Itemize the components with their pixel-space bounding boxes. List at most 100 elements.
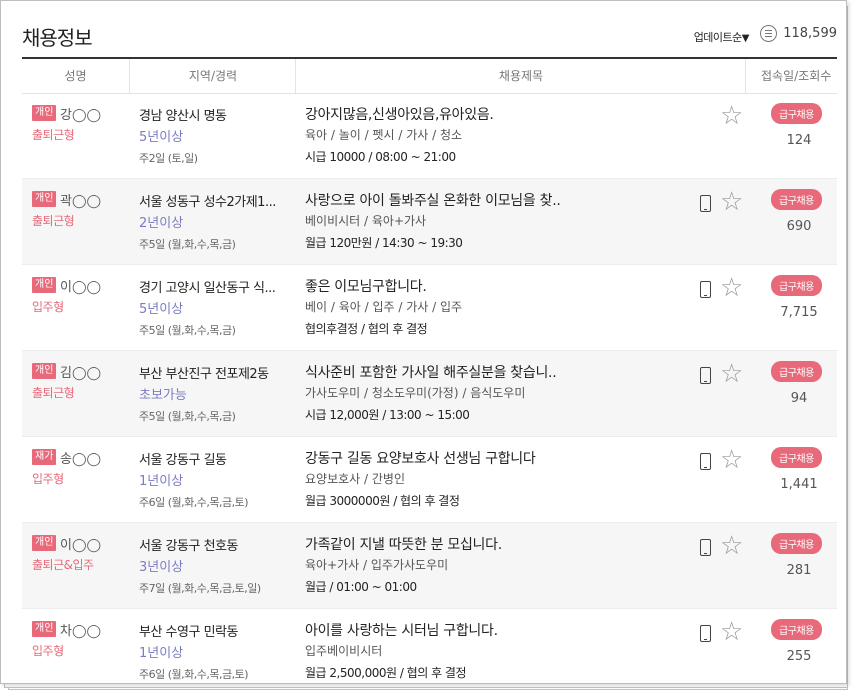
- job-location: 서울 강동구 천호동: [139, 539, 238, 554]
- sort-label: 업데이트순: [693, 31, 743, 44]
- work-type: 입주형: [32, 472, 64, 486]
- column-header-location: 지역/경력: [129, 59, 296, 93]
- work-days: 주5일 (월,화,수,목,금): [139, 410, 236, 423]
- job-title-link[interactable]: 가족같이 지낼 따뜻한 분 모십니다.: [305, 534, 502, 554]
- phone-icon: [700, 195, 711, 212]
- applicant-name: 곽◯◯: [60, 194, 102, 209]
- column-header-title: 채용제목: [295, 59, 746, 93]
- phone-icon: [700, 281, 711, 298]
- work-type: 입주형: [32, 644, 64, 658]
- job-location: 부산 부산진구 전포제2동: [139, 367, 269, 382]
- phone-icon: [700, 453, 711, 470]
- table-row[interactable]: 재가 송◯◯ 입주형 서울 강동구 길동 1년이상주6일 (월,화,수,목,금,토) 강동…: [22, 437, 837, 523]
- table-row[interactable]: 개인 이◯◯ 출퇴근&입주 서울 강동구 천호동 3년이상주7일 (월,화,수,목,금,…: [22, 523, 837, 609]
- star-icon[interactable]: ☆: [720, 447, 743, 473]
- job-title-link[interactable]: 식사준비 포함한 가사일 해주실분을 찾습니..: [305, 362, 557, 382]
- list-icon: [760, 25, 778, 42]
- job-pay: 월급 3000000원 / 협의 후 결정: [305, 494, 460, 508]
- work-days: 주6일 (월,화,수,목,금,토): [139, 668, 249, 681]
- view-count: 94: [790, 391, 808, 406]
- table-row[interactable]: 개인 강◯◯ 출퇴근형 경남 양산시 명동 5년이상 주2일 (토,일) 강아지많음,신생아…: [22, 93, 837, 179]
- experience: 초보가능: [139, 388, 187, 403]
- applicant-name: 차◯◯: [60, 624, 102, 639]
- table-row[interactable]: 개인 차◯◯ 입주형 부산 수영구 민락동 1년이상 주6일 (월,화,수,목,금,토) 아…: [22, 609, 837, 683]
- applicant-name: 이◯◯: [60, 538, 102, 553]
- job-title-link[interactable]: 강아지많음,신생아있음,유아있음.: [305, 104, 494, 124]
- table-row[interactable]: 개인 김◯◯ 출퇴근형 부산 부산진구 전포제2동 초보가능 주5일 (월,화,수,목,금…: [22, 351, 837, 437]
- phone-icon: [700, 625, 711, 642]
- urgent-hiring-badge: 급구채용: [771, 447, 822, 468]
- urgent-hiring-badge: 급구채용: [771, 533, 822, 554]
- star-icon[interactable]: ☆: [720, 619, 743, 645]
- experience: 3년이상: [139, 560, 184, 575]
- urgent-hiring-badge: 급구채용: [771, 361, 822, 382]
- experience: 1년이상: [139, 646, 184, 661]
- work-type: 입주형: [32, 300, 64, 314]
- job-pay: 월급 / 01:00 ~ 01:00: [305, 580, 417, 594]
- table-row[interactable]: 개인 이◯◯ 입주형 경기 고양시 일산동구 식... 5년이상 주5일 (월,화,수,목…: [22, 265, 837, 351]
- member-type-badge: 개인: [32, 535, 57, 551]
- page-title: 채용정보: [22, 26, 93, 50]
- job-categories: 입주베이비시터: [305, 644, 383, 658]
- job-categories: 요양보호사 / 간병인: [305, 472, 405, 486]
- star-icon[interactable]: ☆: [720, 189, 743, 215]
- job-categories: 베이비시터 / 육아+가사: [305, 214, 427, 228]
- job-pay: 월급 120만원 / 14:30 ~ 19:30: [305, 236, 463, 250]
- triangle-down-icon: ▼: [741, 33, 750, 44]
- member-type-badge: 개인: [32, 277, 57, 293]
- member-type-badge: 재가: [32, 449, 57, 465]
- experience: 2년이상: [139, 216, 184, 231]
- job-location: 부산 수영구 민락동: [139, 625, 238, 640]
- job-pay: 협의후결정 / 협의 후 결정: [305, 322, 428, 336]
- work-type: 출퇴근형: [32, 214, 75, 228]
- total-count: 118,599: [760, 25, 837, 42]
- job-location: 경남 양산시 명동: [139, 109, 227, 124]
- work-days: 주6일 (월,화,수,목,금,토): [139, 496, 249, 509]
- urgent-hiring-badge: 급구채용: [771, 619, 822, 640]
- star-icon[interactable]: ☆: [720, 103, 743, 129]
- phone-icon: [700, 367, 711, 384]
- experience: 5년이상: [139, 302, 184, 317]
- star-icon[interactable]: ☆: [720, 533, 743, 559]
- work-type: 출퇴근형: [32, 386, 75, 400]
- member-type-badge: 개인: [32, 105, 57, 121]
- urgent-hiring-badge: 급구채용: [771, 189, 822, 210]
- job-title-link[interactable]: 사랑으로 아이 돌봐주실 온화한 이모님을 찾..: [305, 190, 561, 210]
- work-days: 주7일 (월,화,수,목,금,토,일): [139, 582, 261, 595]
- star-icon[interactable]: ☆: [720, 361, 743, 387]
- phone-icon: [700, 539, 711, 556]
- job-title-link[interactable]: 강동구 길동 요양보호사 선생님 구합니다: [305, 448, 536, 468]
- job-categories: 육아+가사 / 입주가사도우미: [305, 558, 449, 572]
- urgent-hiring-badge: 급구채용: [771, 275, 822, 296]
- column-header-views: 접속일/조회수: [745, 59, 846, 93]
- star-icon[interactable]: ☆: [720, 275, 743, 301]
- panel-header: 채용정보 업데이트순▼ 118,599: [22, 1, 837, 59]
- job-pay: 시급 12,000원 / 13:00 ~ 15:00: [305, 408, 470, 422]
- view-count: 7,715: [780, 305, 818, 320]
- work-type: 출퇴근&입주: [32, 558, 94, 572]
- applicant-name: 송◯◯: [60, 452, 102, 467]
- view-count: 690: [786, 219, 812, 234]
- view-count: 281: [786, 563, 812, 578]
- view-count: 255: [786, 649, 812, 664]
- job-pay: 월급 2,500,000원 / 협의 후 결정: [305, 666, 467, 680]
- urgent-hiring-badge: 급구채용: [771, 103, 822, 124]
- table-row[interactable]: 개인 곽◯◯ 출퇴근형 서울 성동구 성수2가제1... 2년이상주5일 (월,화,수,…: [22, 179, 837, 265]
- column-header-name: 성명: [64, 69, 87, 83]
- applicant-name: 강◯◯: [60, 108, 102, 123]
- applicant-name: 김◯◯: [60, 366, 102, 381]
- job-categories: 베이 / 육아 / 입주 / 가사 / 입주: [305, 300, 463, 314]
- work-type: 출퇴근형: [32, 128, 75, 142]
- view-count: 124: [786, 133, 812, 148]
- work-days: 주5일 (월,화,수,목,금): [139, 238, 236, 251]
- applicant-name: 이◯◯: [60, 280, 102, 295]
- experience: 5년이상: [139, 130, 184, 145]
- job-title-link[interactable]: 아이를 사랑하는 시터님 구합니다.: [305, 620, 498, 640]
- job-categories: 가사도우미 / 청소도우미(가정) / 음식도우미: [305, 386, 526, 400]
- sort-dropdown[interactable]: 업데이트순▼: [693, 29, 750, 45]
- job-title-link[interactable]: 좋은 이모님구합니다.: [305, 276, 427, 296]
- job-location: 서울 성동구 성수2가제1...: [139, 195, 276, 210]
- job-location: 서울 강동구 길동: [139, 453, 227, 468]
- member-type-badge: 개인: [32, 191, 57, 207]
- experience: 1년이상: [139, 474, 184, 489]
